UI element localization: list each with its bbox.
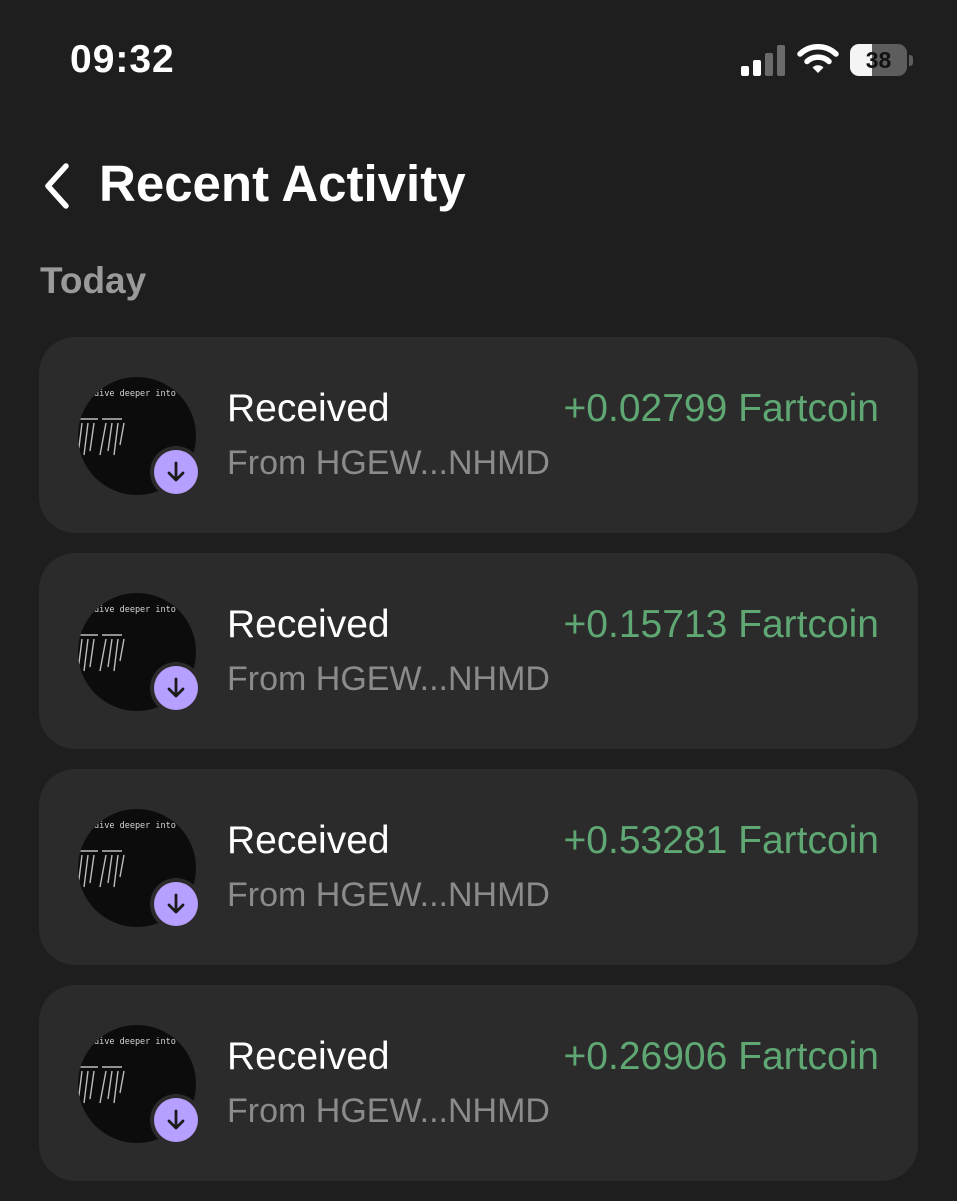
avatar-ascii-art-icon: [78, 850, 125, 888]
arrow-down-icon: [167, 461, 185, 482]
arrow-down-icon: [167, 1109, 185, 1130]
activity-item[interactable]: dive deeper into this Received From HGEW…: [39, 769, 918, 965]
arrow-down-icon: [167, 893, 185, 914]
transaction-sender: From HGEW...NHMD: [227, 444, 550, 482]
back-button[interactable]: [36, 158, 82, 214]
avatar-caption: dive deeper into this: [94, 389, 196, 399]
avatar-caption: dive deeper into this: [94, 1037, 196, 1047]
receive-badge: [154, 882, 198, 926]
battery-cap: [909, 55, 913, 66]
transaction-type: Received: [227, 387, 390, 430]
activity-item[interactable]: dive deeper into this Received From HGEW…: [39, 337, 918, 533]
transaction-type: Received: [227, 1035, 390, 1078]
badge-ring: [150, 446, 202, 498]
arrow-down-icon: [167, 677, 185, 698]
avatar-ascii-art-icon: [78, 634, 125, 672]
activity-list: dive deeper into this Received From HGEW…: [39, 337, 918, 1201]
activity-item[interactable]: dive deeper into this Received From HGEW…: [39, 985, 918, 1181]
transaction-amount: +0.53281 Fartcoin: [563, 819, 879, 862]
battery-icon: 38: [850, 44, 914, 76]
badge-ring: [150, 878, 202, 930]
page-title: Recent Activity: [99, 155, 466, 212]
status-bar: 09:32 38: [0, 0, 957, 120]
receive-badge: [154, 1098, 198, 1142]
receive-badge: [154, 666, 198, 710]
transaction-sender: From HGEW...NHMD: [227, 1092, 550, 1130]
transaction-amount: +0.15713 Fartcoin: [563, 603, 879, 646]
cellular-signal-icon: [741, 45, 785, 76]
avatar-ascii-art-icon: [78, 418, 125, 456]
status-time: 09:32: [70, 38, 175, 81]
transaction-sender: From HGEW...NHMD: [227, 660, 550, 698]
battery-body: 38: [850, 44, 907, 76]
transaction-type: Received: [227, 603, 390, 646]
transaction-amount: +0.26906 Fartcoin: [563, 1035, 879, 1078]
wifi-icon: [797, 44, 839, 73]
badge-ring: [150, 662, 202, 714]
section-heading-today: Today: [40, 260, 147, 301]
battery-percent: 38: [865, 47, 892, 73]
activity-item[interactable]: dive deeper into this Received From HGEW…: [39, 553, 918, 749]
badge-ring: [150, 1094, 202, 1146]
transaction-amount: +0.02799 Fartcoin: [563, 387, 879, 430]
transaction-type: Received: [227, 819, 390, 862]
chevron-left-icon: [45, 163, 69, 209]
avatar-ascii-art-icon: [78, 1066, 125, 1104]
receive-badge: [154, 450, 198, 494]
avatar-caption: dive deeper into this: [94, 605, 196, 615]
transaction-sender: From HGEW...NHMD: [227, 876, 550, 914]
avatar-caption: dive deeper into this: [94, 821, 196, 831]
